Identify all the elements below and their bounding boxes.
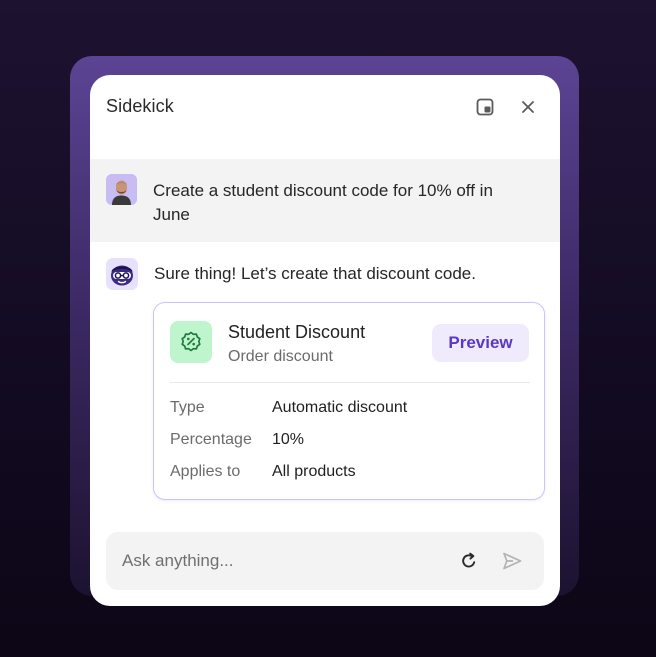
card-divider: [170, 382, 530, 383]
ask-anything-input[interactable]: [122, 549, 422, 573]
sidekick-panel: Sidekick Create a student discount code …: [90, 75, 560, 606]
user-message-text: Create a student discount code for 10% o…: [153, 181, 493, 224]
discount-percent-icon: [181, 331, 201, 352]
close-icon: [522, 101, 534, 113]
composer: [106, 532, 544, 590]
discount-subtitle: Order discount: [228, 348, 333, 365]
popout-button[interactable]: [473, 95, 497, 119]
detail-row-percentage: Percentage 10%: [170, 431, 530, 453]
discount-title: Student Discount: [228, 322, 366, 342]
refresh-icon: [462, 552, 476, 568]
send-icon: [503, 552, 522, 570]
preview-button[interactable]: Preview: [432, 324, 529, 362]
close-button[interactable]: [516, 95, 540, 119]
detail-label: Applies to: [170, 463, 241, 480]
discount-card: Student Discount Order discount Preview …: [153, 302, 545, 500]
assistant-message-text: Sure thing! Let’s create that discount c…: [154, 264, 476, 283]
panel-header: Sidekick: [90, 75, 560, 139]
discount-icon-tile: [170, 321, 212, 363]
detail-label: Type: [170, 399, 205, 416]
user-avatar-image: [106, 174, 137, 205]
sidekick-avatar: [106, 258, 138, 290]
detail-value: 10%: [272, 431, 305, 448]
panel-title: Sidekick: [106, 96, 174, 116]
popout-icon: [476, 98, 494, 116]
detail-row-type: Type Automatic discount: [170, 399, 530, 421]
user-avatar: [106, 174, 137, 205]
detail-value: All products: [272, 463, 356, 480]
sidekick-avatar-image: [106, 258, 138, 290]
refresh-button[interactable]: [457, 549, 481, 573]
detail-label: Percentage: [170, 431, 252, 448]
user-message: Create a student discount code for 10% o…: [90, 159, 560, 242]
detail-row-applies-to: Applies to All products: [170, 463, 530, 485]
detail-value: Automatic discount: [272, 399, 408, 416]
send-button[interactable]: [500, 549, 524, 573]
